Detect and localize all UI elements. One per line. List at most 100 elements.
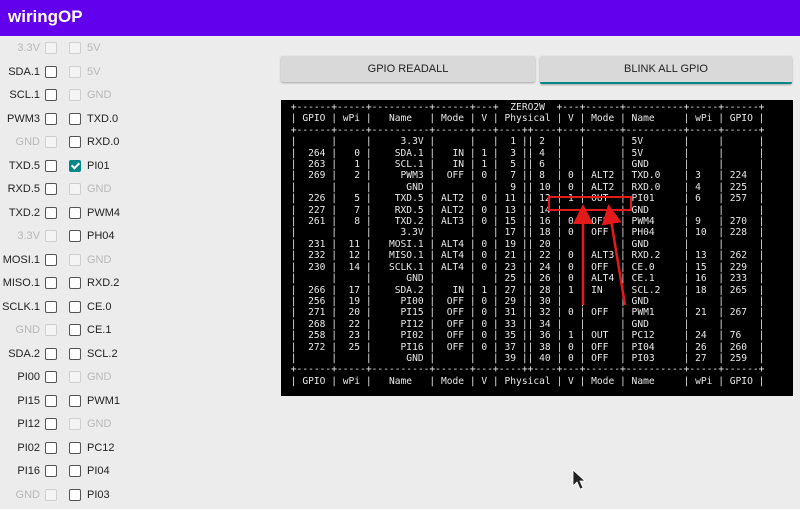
highlight-box xyxy=(548,196,632,211)
pin-label-right: GND xyxy=(87,418,112,430)
pin-checkbox-left[interactable] xyxy=(45,465,57,477)
gpio-readall-button[interactable]: GPIO READALL xyxy=(281,56,535,82)
pin-checkbox-left[interactable] xyxy=(45,277,57,289)
pin-checkbox-right[interactable] xyxy=(69,441,81,454)
pin-row: SDA.2 SCL.2 xyxy=(0,344,270,368)
app-title: wiringOP xyxy=(8,7,83,26)
pin-checkbox-left[interactable] xyxy=(45,347,57,360)
pin-label-right: TXD.0 xyxy=(87,112,119,125)
pin-label-right: CE.0 xyxy=(87,300,112,313)
pin-checkbox-left[interactable] xyxy=(45,159,57,172)
pin-label-left: PI00 xyxy=(17,371,40,383)
pin-checkbox-right[interactable] xyxy=(69,488,81,501)
pin-label-right: GND xyxy=(87,89,112,101)
pin-label-right: GND xyxy=(87,183,112,195)
pin-checkbox-left[interactable] xyxy=(45,112,57,125)
pin-label-right: PI03 xyxy=(87,488,110,501)
pin-checkbox-right[interactable] xyxy=(69,112,81,125)
pin-checkbox-right[interactable] xyxy=(69,277,81,289)
pin-row: SCL.1 GND xyxy=(0,85,270,109)
pin-checkbox-left xyxy=(45,324,57,336)
pin-label-left: PI12 xyxy=(17,418,40,430)
pin-row: RXD.5 GND xyxy=(0,179,270,203)
pin-checkbox-right[interactable] xyxy=(69,230,81,242)
pin-label-left: 3.3V xyxy=(17,230,40,242)
pin-row: 3.3V PH04 xyxy=(0,226,270,250)
pin-checkbox-right[interactable] xyxy=(69,347,81,360)
pin-label-left: SCL.1 xyxy=(9,89,40,101)
pin-checkbox-right[interactable] xyxy=(69,300,81,313)
pin-row: PI12 GND xyxy=(0,414,270,438)
pin-label-right: RXD.0 xyxy=(87,136,120,148)
pin-label-left: SDA.2 xyxy=(8,347,40,360)
pin-checkbox-left[interactable] xyxy=(45,300,57,313)
pin-checkbox-left[interactable] xyxy=(45,183,57,195)
pin-checkbox-left[interactable] xyxy=(45,253,57,266)
pin-checkbox-right xyxy=(69,183,81,195)
pin-checkbox-left xyxy=(45,488,57,501)
pin-label-right: PWM4 xyxy=(87,206,120,219)
pin-label-left: PI16 xyxy=(17,465,40,477)
pin-checkbox-left[interactable] xyxy=(45,441,57,454)
pin-label-left: RXD.5 xyxy=(7,183,40,195)
pin-checkbox-left[interactable] xyxy=(45,394,57,407)
readall-output-terminal: +------+-----+----------+------+---+ ZER… xyxy=(281,100,793,396)
pin-label-left: TXD.2 xyxy=(8,206,40,219)
pin-label-left: PWM3 xyxy=(7,112,40,125)
pin-label-right: PC12 xyxy=(87,441,115,454)
pin-row: PI16 PI04 xyxy=(0,461,270,485)
pin-checkbox-right[interactable] xyxy=(69,394,81,407)
pin-checkbox-list: 3.3V 5V SDA.1 5V SCL.1 GND PWM3 TXD.0 GND RXD.0 TX… xyxy=(0,36,270,509)
pin-label-left: PI02 xyxy=(17,441,40,454)
pin-label-left: PI15 xyxy=(17,394,40,407)
pin-checkbox-left xyxy=(45,42,57,54)
pin-row: MOSI.1 GND xyxy=(0,250,270,274)
pin-checkbox-right xyxy=(69,89,81,101)
pin-label-right: GND xyxy=(87,371,112,383)
mouse-cursor-icon xyxy=(572,469,587,490)
pin-label-right: PWM1 xyxy=(87,394,120,407)
pin-checkbox-right xyxy=(69,371,81,383)
pin-checkbox-right[interactable] xyxy=(69,159,81,172)
pin-checkbox-left[interactable] xyxy=(45,65,57,78)
pin-row: PI02 PC12 xyxy=(0,438,270,462)
pin-checkbox-right[interactable] xyxy=(69,136,81,148)
pin-label-left: MISO.1 xyxy=(2,277,40,289)
pin-checkbox-right[interactable] xyxy=(69,206,81,219)
pin-row: MISO.1 RXD.2 xyxy=(0,273,270,297)
pin-label-left: 3.3V xyxy=(17,42,40,54)
pin-checkbox-right[interactable] xyxy=(69,324,81,336)
pin-row: TXD.2 PWM4 xyxy=(0,203,270,227)
pin-checkbox-left xyxy=(45,230,57,242)
pin-label-left: GND xyxy=(15,324,40,336)
pin-label-right: 5V xyxy=(87,65,101,78)
pin-checkbox-right xyxy=(69,418,81,430)
pin-row: PI00 GND xyxy=(0,367,270,391)
pin-checkbox-left[interactable] xyxy=(45,371,57,383)
pin-row: SCLK.1 CE.0 xyxy=(0,297,270,321)
blink-all-gpio-button[interactable]: BLINK ALL GPIO xyxy=(540,56,792,84)
pin-label-left: GND xyxy=(15,488,40,501)
pin-label-right: PI04 xyxy=(87,465,110,477)
pin-checkbox-right xyxy=(69,253,81,266)
pin-row: PWM3 TXD.0 xyxy=(0,109,270,133)
pin-row: 3.3V 5V xyxy=(0,38,270,62)
pin-checkbox-right[interactable] xyxy=(69,465,81,477)
pin-label-left: GND xyxy=(15,136,40,148)
pin-checkbox-left[interactable] xyxy=(45,206,57,219)
pin-checkbox-left xyxy=(45,136,57,148)
pin-checkbox-right xyxy=(69,42,81,54)
pin-label-left: TXD.5 xyxy=(8,159,40,172)
pin-checkbox-right xyxy=(69,65,81,78)
pin-checkbox-left[interactable] xyxy=(45,418,57,430)
pin-label-right: PH04 xyxy=(87,230,115,242)
pin-row: GND PI03 xyxy=(0,485,270,509)
pin-label-right: PI01 xyxy=(87,159,110,172)
readall-output-text: +------+-----+----------+------+---+ ZER… xyxy=(290,102,765,387)
pin-row: SDA.1 5V xyxy=(0,62,270,86)
app-bar: wiringOP xyxy=(0,0,800,36)
pin-checkbox-left[interactable] xyxy=(45,89,57,101)
pin-label-left: SCLK.1 xyxy=(2,300,40,313)
pin-label-left: MOSI.1 xyxy=(2,253,40,266)
pin-row: GND RXD.0 xyxy=(0,132,270,156)
